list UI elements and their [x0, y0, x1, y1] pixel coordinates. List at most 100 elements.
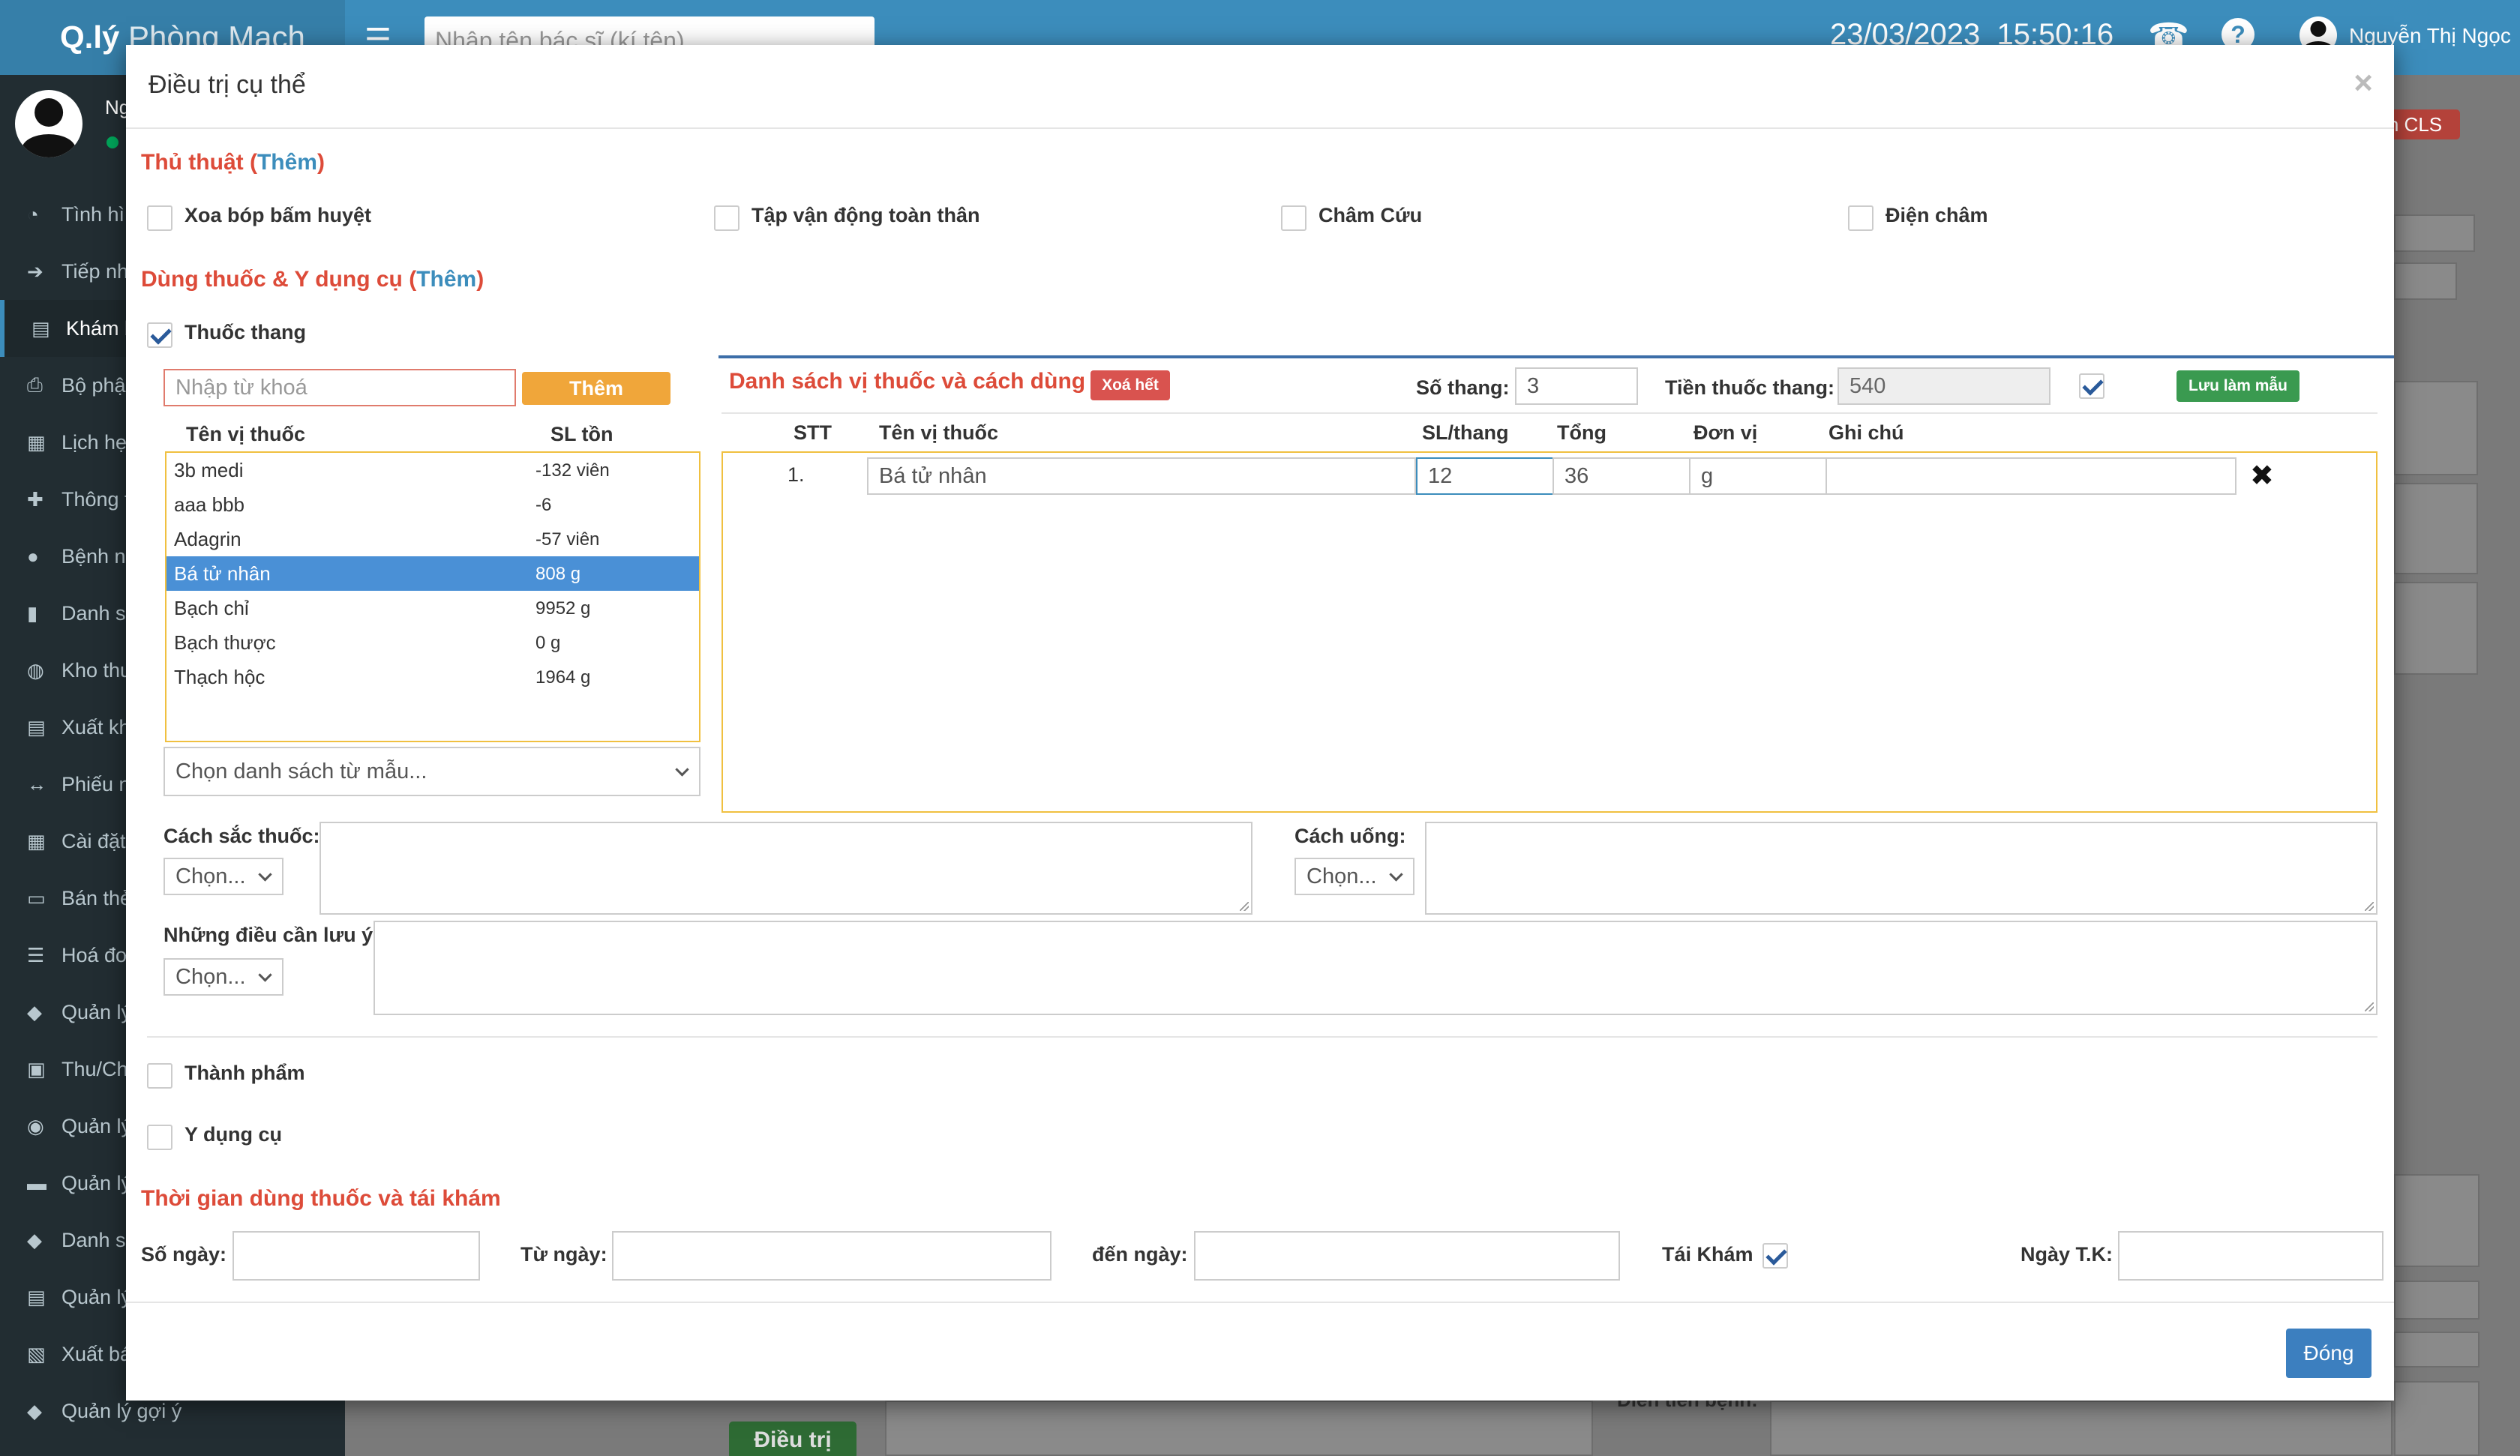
divider — [147, 1036, 2378, 1038]
card-icon: ▭ — [27, 886, 46, 909]
y-dung-cu-label: Y dụng cụ — [184, 1123, 283, 1146]
tap-van-dong-checkbox[interactable] — [714, 205, 740, 231]
tien-thuoc-label: Tiền thuốc thang: — [1665, 376, 1834, 399]
footer-divider — [126, 1302, 2394, 1303]
cach-uong-select[interactable]: Chọn... — [1294, 858, 1414, 895]
table-icon: ▦ — [27, 829, 46, 852]
row-drug-name[interactable]: Bá tử nhân — [867, 457, 1416, 495]
row-tong-input[interactable]: 36 — [1552, 457, 1690, 495]
thu-thuat-add-link[interactable]: Thêm — [257, 150, 317, 175]
clipboard-icon: ▤ — [32, 316, 50, 340]
modal-title: Điều trị cụ thể — [148, 70, 306, 99]
row-don-vi-input[interactable]: g — [1689, 457, 1827, 495]
dieu-tri-button[interactable]: Điều trị — [729, 1422, 856, 1456]
list-item[interactable]: Bá tử nhân 808 g — [166, 556, 699, 591]
drug-search-input[interactable]: Nhập từ khoá — [164, 369, 516, 406]
print-icon: ⎙ — [27, 373, 43, 396]
sidebar-avatar — [15, 90, 82, 157]
drug-name: Bạch thược — [174, 631, 276, 654]
cach-sac-textarea[interactable] — [320, 822, 1252, 915]
list-item[interactable]: Bạch chỉ 9952 g — [166, 591, 699, 625]
sidebar-item-label: Bộ phậ — [62, 373, 126, 397]
tu-ngay-input[interactable] — [612, 1231, 1052, 1281]
row-stt: 1. — [788, 463, 805, 486]
ngay-tk-input[interactable] — [2118, 1231, 2384, 1281]
tai-kham-checkbox[interactable] — [1762, 1243, 1788, 1269]
thanh-pham-label: Thành phẩm — [184, 1062, 305, 1084]
drug-name: Bá tử nhân — [174, 562, 271, 585]
drug-stock: 808 g — [536, 564, 581, 584]
sign-in-icon: ➔ — [27, 259, 44, 283]
xoa-bop-checkbox[interactable] — [147, 205, 172, 231]
list-item[interactable]: Bạch thược 0 g — [166, 625, 699, 660]
excel-icon: ▧ — [27, 1342, 46, 1365]
sidebar-item-label: Quản lý — [62, 1171, 132, 1194]
bg-textarea — [2394, 582, 2478, 675]
sidebar-item-label: Quản lý — [62, 1000, 132, 1023]
tai-kham-label: Tái Khám — [1662, 1243, 1754, 1266]
close-icon[interactable]: × — [2354, 64, 2373, 102]
money-icon: ▣ — [27, 1057, 46, 1080]
close-button[interactable]: Đóng — [2286, 1329, 2372, 1378]
clipboard-icon: ▤ — [27, 1285, 46, 1308]
arrows-icon: ↔ — [27, 772, 46, 795]
list-item[interactable]: Thạch hộc 1964 g — [166, 660, 699, 694]
list-item[interactable]: aaa bbb -6 — [166, 487, 699, 522]
thanh-pham-checkbox[interactable] — [147, 1063, 172, 1089]
den-ngay-label: đến ngày: — [1092, 1243, 1188, 1266]
remove-row-icon[interactable]: ✖ — [2250, 459, 2274, 493]
thuoc-thang-checkbox[interactable] — [147, 322, 172, 348]
list-icon: ☰ — [27, 943, 45, 966]
cham-cuu-label: Châm Cứu — [1318, 204, 1423, 226]
sidebar-item-label: Thu/Ch — [62, 1057, 128, 1080]
tag-icon: ◆ — [27, 1000, 42, 1023]
dien-cham-label: Điện châm — [1886, 204, 1988, 226]
cach-uong-textarea[interactable] — [1425, 822, 2378, 915]
prescription-table: 1. Bá tử nhân 12 36 g ✖ — [722, 451, 2378, 813]
row-ghi-chu-input[interactable] — [1826, 457, 2236, 495]
bg-textarea — [2394, 1174, 2480, 1267]
drug-name: Thạch hộc — [174, 666, 266, 688]
den-ngay-input[interactable] — [1194, 1231, 1620, 1281]
sidebar-item-label: Quản lý — [62, 1114, 132, 1137]
clear-all-button[interactable]: Xoá hết — [1090, 370, 1170, 400]
dung-thuoc-heading: Dùng thuốc & Y dụng cụ (Thêm) — [141, 267, 484, 292]
cham-cuu-checkbox[interactable] — [1281, 205, 1306, 231]
add-drug-button[interactable]: Thêm — [522, 372, 670, 405]
list-item[interactable]: Adagrin -57 viên — [166, 522, 699, 556]
drug-list-title: Danh sách vị thuốc và cách dùng — [729, 369, 1086, 394]
tien-thuoc-input: 540 — [1838, 367, 2050, 405]
users-icon: ◉ — [27, 1114, 44, 1137]
drug-list[interactable]: 3b medi -132 viên aaa bbb -6 Adagrin -57 viên… — [165, 451, 700, 742]
save-template-button[interactable]: Lưu làm mẫu — [2176, 370, 2300, 402]
template-select[interactable]: Chọn danh sách từ mẫu... — [164, 747, 700, 796]
drug-stock: -57 viên — [536, 529, 600, 550]
sidebar-item-label: Quản lý — [62, 1285, 132, 1308]
sidebar-item-label: Tình hì — [62, 202, 125, 226]
briefcase-icon: ▬ — [27, 1171, 46, 1194]
bg-textarea — [1770, 1401, 2392, 1456]
sidebar-item-label: Phiếu n — [62, 772, 130, 795]
row-sl-thang-input[interactable]: 12 — [1416, 457, 1554, 495]
list-item[interactable]: 3b medi -132 viên — [166, 453, 699, 487]
y-dung-cu-checkbox[interactable] — [147, 1125, 172, 1150]
col-ghi-chu: Ghi chú — [1828, 421, 1904, 444]
luu-y-textarea[interactable] — [374, 921, 2378, 1015]
tien-thuoc-checkbox[interactable] — [2079, 373, 2104, 399]
ngay-tk-label: Ngày T.K: — [2020, 1243, 2114, 1266]
bg-input — [2394, 214, 2475, 252]
cach-sac-select[interactable]: Chọn... — [164, 858, 284, 895]
bg-input — [2394, 262, 2457, 300]
col-ten-vi-thuoc: Tên vị thuốc — [879, 421, 999, 444]
luu-y-select[interactable]: Chọn... — [164, 958, 284, 996]
tags-icon: ◆ — [27, 1228, 42, 1251]
so-ngay-input[interactable] — [232, 1231, 480, 1281]
dien-cham-checkbox[interactable] — [1848, 205, 1874, 231]
col-drug-name: Tên vị thuốc — [186, 423, 306, 445]
col-don-vi: Đơn vị — [1694, 421, 1758, 444]
so-ngay-label: Số ngày: — [141, 1243, 227, 1266]
sidebar-item-label: Cài đặt — [62, 829, 126, 852]
so-thang-input[interactable]: 3 — [1515, 367, 1638, 405]
dung-thuoc-add-link[interactable]: Thêm — [416, 267, 476, 292]
section-divider — [718, 355, 2394, 358]
